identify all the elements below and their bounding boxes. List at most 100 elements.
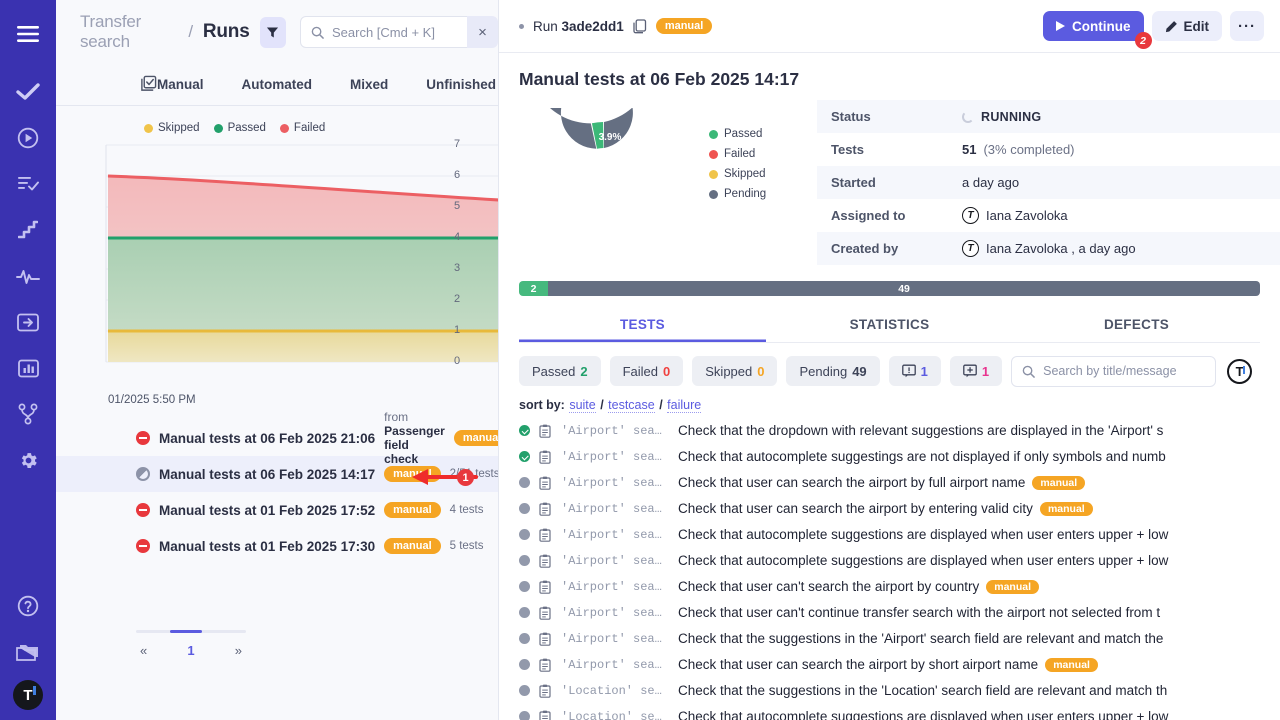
run-from-label: from bbox=[384, 410, 408, 424]
breadcrumb-root[interactable]: Transfer search bbox=[80, 12, 178, 52]
test-status-icon bbox=[519, 555, 530, 566]
menu-icon[interactable] bbox=[10, 16, 46, 52]
check-icon[interactable] bbox=[10, 74, 46, 110]
test-name-text: Check that user can't search the airport… bbox=[678, 579, 979, 594]
checklist-icon[interactable] bbox=[10, 166, 46, 202]
test-list: 'Airport' sear… Check that the dropdown … bbox=[499, 418, 1280, 720]
pagination-page-1[interactable]: 1 bbox=[187, 643, 194, 658]
run-detail-header: Run 3ade2dd1 manual Continue 2 Edit ··· bbox=[499, 0, 1280, 53]
donut-legend-failed[interactable]: Failed bbox=[709, 148, 809, 160]
table-row: Tests 51 (3% completed) bbox=[817, 133, 1280, 166]
test-name-text: Check that user can't continue transfer … bbox=[678, 605, 1160, 620]
filter-pending[interactable]: Pending49 bbox=[786, 356, 879, 386]
runs-panel: Transfer search / Runs Search [Cmd + K] … bbox=[56, 0, 499, 720]
bar-chart-icon[interactable] bbox=[10, 350, 46, 386]
filter-comments[interactable]: 1 bbox=[889, 356, 941, 386]
filter-skipped[interactable]: Skipped0 bbox=[692, 356, 777, 386]
activity-icon[interactable] bbox=[10, 258, 46, 294]
test-name: Check that autocomplete suggestions are … bbox=[678, 527, 1168, 542]
test-tag: manual bbox=[986, 580, 1039, 594]
table-row[interactable]: 'Location' sea… Check that autocomplete … bbox=[499, 704, 1280, 720]
search-input[interactable]: Search [Cmd + K] bbox=[300, 16, 475, 48]
filter-defects[interactable]: 1 bbox=[950, 356, 1002, 386]
table-row[interactable]: 'Airport' sear… Check that user can't co… bbox=[499, 600, 1280, 626]
run-count: 5 tests bbox=[450, 540, 484, 552]
legend-item-failed[interactable]: Failed bbox=[280, 122, 325, 134]
close-icon[interactable]: × bbox=[467, 16, 498, 48]
tab-defects[interactable]: DEFECTS bbox=[1013, 308, 1260, 342]
continue-button[interactable]: Continue 2 bbox=[1043, 11, 1144, 41]
pagination-scrollbar[interactable] bbox=[136, 630, 246, 633]
comment-alert-icon bbox=[902, 364, 916, 378]
table-row[interactable]: 'Airport' sear… Check that autocomplete … bbox=[499, 522, 1280, 548]
test-name: Check that user can search the airport b… bbox=[678, 657, 1098, 672]
tab-automated[interactable]: Automated bbox=[223, 64, 332, 106]
tab-mixed[interactable]: Mixed bbox=[331, 64, 407, 106]
table-row[interactable]: 'Airport' sear… Check that the suggestio… bbox=[499, 626, 1280, 652]
run-title: Manual tests at 06 Feb 2025 21:06 bbox=[159, 431, 375, 446]
chart-ytick-4: 4 bbox=[454, 231, 498, 243]
folder-icon[interactable] bbox=[10, 634, 46, 670]
info-value: T Iana Zavoloka bbox=[962, 207, 1068, 224]
spinner-icon bbox=[962, 111, 974, 123]
filter-passed[interactable]: Passed2 bbox=[519, 356, 601, 386]
table-row[interactable]: 'Airport' sear… Check that autocomplete … bbox=[499, 444, 1280, 470]
table-row[interactable]: 'Airport' sear… Check that user can sear… bbox=[499, 470, 1280, 496]
assignee-name[interactable]: Iana Zavoloka bbox=[986, 208, 1068, 223]
tab-statistics[interactable]: STATISTICS bbox=[766, 308, 1013, 342]
test-name-text: Check that user can search the airport b… bbox=[678, 501, 1033, 516]
run-count: 4 tests bbox=[450, 504, 484, 516]
list-item[interactable]: Manual tests at 01 Feb 2025 17:30 manual… bbox=[56, 528, 498, 564]
help-icon[interactable] bbox=[10, 588, 46, 624]
test-search-input[interactable]: Search by title/message bbox=[1011, 356, 1216, 387]
sort-by-testcase[interactable]: testcase bbox=[608, 398, 655, 413]
run-from: from Passenger field check bbox=[384, 410, 445, 466]
filter-failed[interactable]: Failed0 bbox=[610, 356, 684, 386]
gear-icon[interactable] bbox=[10, 442, 46, 478]
pagination-prev[interactable]: « bbox=[140, 643, 147, 658]
test-tag: manual bbox=[1040, 502, 1093, 516]
list-item[interactable]: Manual tests at 06 Feb 2025 21:06 from P… bbox=[56, 420, 498, 456]
table-row[interactable]: 'Location' sea… Check that the suggestio… bbox=[499, 678, 1280, 704]
table-row[interactable]: 'Airport' sear… Check that user can sear… bbox=[499, 652, 1280, 678]
legend-label-passed: Passed bbox=[228, 122, 266, 134]
creator-name[interactable]: Iana Zavoloka , a day ago bbox=[986, 241, 1136, 256]
donut-legend-label: Passed bbox=[724, 128, 762, 140]
list-item[interactable]: Manual tests at 01 Feb 2025 17:52 manual… bbox=[56, 492, 498, 528]
sort-by-failure[interactable]: failure bbox=[667, 398, 701, 413]
filter-icon[interactable] bbox=[260, 17, 286, 48]
select-all-icon[interactable] bbox=[140, 75, 157, 97]
tab-unfinished[interactable]: Unfinished bbox=[407, 64, 499, 106]
test-status-icon bbox=[519, 685, 530, 696]
copy-icon[interactable] bbox=[633, 19, 647, 34]
legend-item-skipped[interactable]: Skipped bbox=[144, 122, 200, 134]
table-row: Created by T Iana Zavoloka , a day ago bbox=[817, 232, 1280, 265]
run-tag: manual bbox=[384, 538, 441, 554]
pagination-next[interactable]: » bbox=[235, 643, 242, 658]
tab-tests[interactable]: TESTS bbox=[519, 308, 766, 342]
user-avatar[interactable]: T bbox=[13, 680, 43, 710]
table-row[interactable]: 'Airport' sear… Check that user can't se… bbox=[499, 574, 1280, 600]
steps-icon[interactable] bbox=[10, 212, 46, 248]
donut-legend-skipped[interactable]: Skipped bbox=[709, 168, 809, 180]
filter-avatar[interactable]: T bbox=[1227, 359, 1252, 384]
donut-legend-passed[interactable]: Passed bbox=[709, 128, 809, 140]
table-row[interactable]: 'Airport' sear… Check that the dropdown … bbox=[499, 418, 1280, 444]
test-search-placeholder: Search by title/message bbox=[1043, 364, 1176, 378]
more-actions-button[interactable]: ··· bbox=[1230, 11, 1264, 41]
tests-completed: (3% completed) bbox=[983, 142, 1074, 157]
table-row[interactable]: 'Airport' sear… Check that autocomplete … bbox=[499, 548, 1280, 574]
donut-legend-label: Failed bbox=[724, 148, 755, 160]
legend-item-passed[interactable]: Passed bbox=[214, 122, 266, 134]
test-suite: 'Airport' sear… bbox=[561, 632, 669, 646]
run-id: 3ade2dd1 bbox=[562, 19, 624, 34]
table-row[interactable]: 'Airport' sear… Check that user can sear… bbox=[499, 496, 1280, 522]
branch-icon[interactable] bbox=[10, 396, 46, 432]
donut-legend-pending[interactable]: Pending bbox=[709, 188, 809, 200]
sort-by-suite[interactable]: suite bbox=[569, 398, 595, 413]
login-icon[interactable] bbox=[10, 304, 46, 340]
test-name: Check that autocomplete suggestions are … bbox=[678, 553, 1168, 568]
play-circle-icon[interactable] bbox=[10, 120, 46, 156]
legend-label-failed: Failed bbox=[294, 122, 325, 134]
edit-button[interactable]: Edit bbox=[1152, 11, 1223, 41]
